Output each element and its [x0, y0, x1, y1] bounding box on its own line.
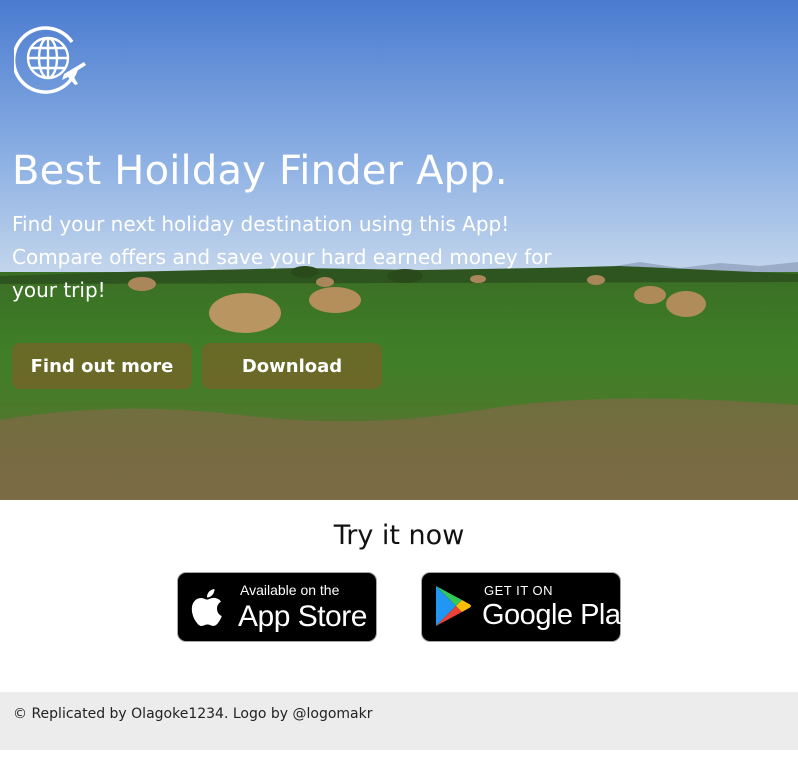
app-store-small-text: Available on the: [240, 582, 340, 598]
google-play-badge[interactable]: GET IT ON Google Play: [421, 572, 635, 642]
google-play-icon: [436, 586, 471, 626]
hero-description: Find your next holiday destination using…: [12, 212, 552, 302]
apple-icon: [191, 589, 222, 627]
hero-section: Best Hoilday Finder App. Find your next …: [0, 0, 798, 500]
google-play-small-text: GET IT ON: [484, 583, 554, 598]
globe-airplane-icon: [14, 26, 86, 94]
google-play-big-text: Google Play: [482, 599, 635, 631]
footer: © Replicated by Olagoke1234. Logo by @lo…: [0, 692, 798, 750]
download-button[interactable]: Download: [202, 343, 382, 389]
footer-credit: © Replicated by Olagoke1234. Logo by @lo…: [13, 706, 373, 722]
page: Best Hoilday Finder App. Find your next …: [0, 0, 798, 774]
app-store-big-text: App Store: [238, 600, 367, 633]
page-title: Best Hoilday Finder App.: [12, 148, 508, 194]
app-store-badge[interactable]: Available on the App Store: [177, 572, 377, 642]
try-it-now-heading: Try it now: [333, 520, 465, 551]
find-out-more-button[interactable]: Find out more: [12, 343, 192, 389]
